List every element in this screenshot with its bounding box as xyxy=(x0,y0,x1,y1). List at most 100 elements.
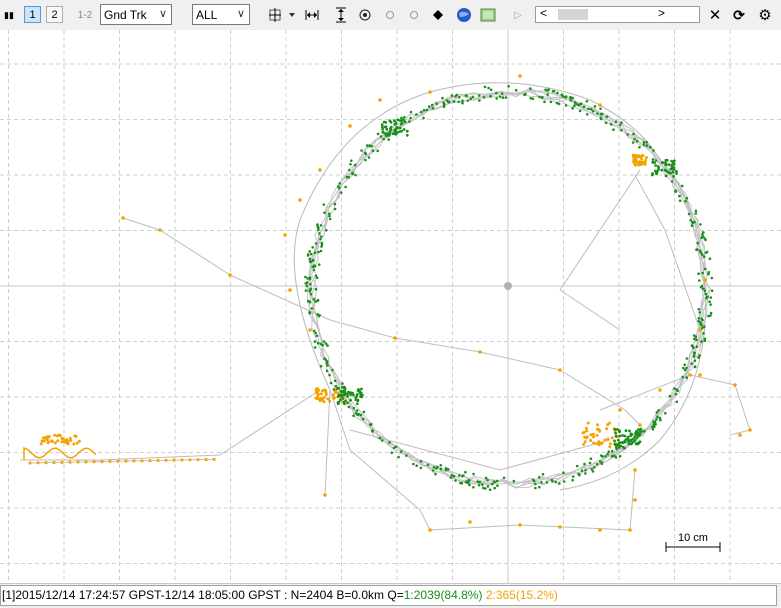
fix-point xyxy=(323,357,326,361)
play-button[interactable]: ▷ xyxy=(511,5,525,25)
clear-button[interactable]: ✕ xyxy=(707,5,723,25)
fix-point xyxy=(651,427,655,431)
float-point xyxy=(597,428,601,432)
float-point xyxy=(583,440,587,444)
float-point xyxy=(688,373,692,377)
fix-point xyxy=(538,485,541,489)
scroll-thumb[interactable] xyxy=(558,9,588,20)
ground-track-plot[interactable]: 10 cm xyxy=(0,30,781,583)
quality-select[interactable]: ALL ∨ xyxy=(192,4,250,25)
fix-point xyxy=(495,91,498,95)
fix-point xyxy=(348,168,351,172)
fix-point xyxy=(606,452,609,456)
fix-point xyxy=(450,94,454,97)
fix-point xyxy=(695,338,698,342)
fix-point xyxy=(365,144,369,147)
fix-point xyxy=(618,123,622,127)
fix-point xyxy=(623,434,627,438)
float-point xyxy=(748,428,752,432)
time-scrollbar[interactable]: < > xyxy=(535,6,700,23)
plot-type-value: Gnd Trk xyxy=(104,7,147,22)
float-point xyxy=(53,433,57,437)
solution-2-button[interactable]: 2 xyxy=(46,6,63,23)
fix-point xyxy=(343,402,346,406)
settings-button[interactable]: ⚙ xyxy=(756,5,774,25)
fix-point xyxy=(599,107,602,111)
fix-point xyxy=(704,292,708,296)
fix-point xyxy=(409,110,413,114)
fix-point xyxy=(573,104,576,107)
reload-button[interactable]: ⟳ xyxy=(731,5,747,25)
fix-point xyxy=(361,417,365,421)
fix-point xyxy=(488,488,492,492)
fix-point xyxy=(422,116,425,120)
fix-point xyxy=(531,97,535,101)
fix-point xyxy=(412,462,415,466)
fix-point xyxy=(671,170,675,174)
pause-button[interactable]: ▮▮ xyxy=(2,5,16,25)
status-q1: 1:2039(84.8%) xyxy=(403,588,483,602)
fix-point xyxy=(617,442,621,445)
fit-vertical-button[interactable] xyxy=(333,5,349,25)
fix-point xyxy=(329,381,333,385)
fix-point xyxy=(685,196,689,200)
fix-point xyxy=(629,432,633,436)
fix-point xyxy=(703,267,707,271)
solution-1-button[interactable]: 1 xyxy=(24,6,41,23)
fix-point xyxy=(687,212,691,216)
fix-point xyxy=(434,472,437,476)
fit-horizontal-button[interactable] xyxy=(304,5,320,25)
fix-point xyxy=(538,95,541,99)
show-points-button[interactable] xyxy=(383,5,397,25)
plot-type-select[interactable]: Gnd Trk ∨ xyxy=(100,4,172,25)
fix-point xyxy=(401,118,405,122)
fix-point xyxy=(339,390,343,393)
solution-diff-button[interactable]: 1-2 xyxy=(76,5,94,25)
fix-point xyxy=(382,131,386,135)
map-view-button[interactable] xyxy=(479,5,497,25)
float-point xyxy=(585,429,589,433)
fix-point xyxy=(697,317,701,320)
chevron-right-icon[interactable]: > xyxy=(658,6,665,20)
fix-point xyxy=(449,476,453,479)
float-point xyxy=(582,442,586,446)
show-lines-button[interactable] xyxy=(407,5,421,25)
fix-point xyxy=(316,341,320,345)
fix-point xyxy=(394,121,398,125)
fix-point xyxy=(664,411,667,415)
fix-point xyxy=(442,101,445,105)
float-point xyxy=(308,328,312,332)
fix-point xyxy=(311,246,315,249)
show-stats-button[interactable] xyxy=(357,5,373,25)
fix-point xyxy=(405,129,409,133)
fix-point xyxy=(322,203,326,206)
float-point xyxy=(589,439,593,442)
fix-point xyxy=(402,128,406,131)
fix-point xyxy=(540,481,543,484)
fix-point xyxy=(698,279,701,282)
fix-point xyxy=(481,486,485,490)
fix-point xyxy=(325,361,329,365)
google-earth-button[interactable] xyxy=(455,5,473,25)
fix-point xyxy=(317,263,321,266)
fix-point xyxy=(352,406,356,410)
fix-point xyxy=(385,132,389,136)
fix-point xyxy=(507,84,510,88)
float-point xyxy=(638,423,642,427)
float-point xyxy=(603,438,607,442)
center-origin-button[interactable] xyxy=(268,5,300,25)
status-prefix: [1] xyxy=(2,588,16,602)
fix-point xyxy=(575,464,579,468)
chevron-left-icon[interactable]: < xyxy=(540,6,547,20)
float-point xyxy=(324,393,328,397)
fix-point xyxy=(346,395,349,398)
fix-point xyxy=(672,162,676,166)
fix-point xyxy=(483,85,487,89)
fix-point xyxy=(310,307,314,310)
fix-point xyxy=(709,314,712,317)
fix-point xyxy=(552,90,556,93)
fix-point xyxy=(325,369,329,373)
fix-point xyxy=(319,224,323,227)
fix-point xyxy=(643,429,646,433)
show-markers-button[interactable] xyxy=(430,5,446,25)
